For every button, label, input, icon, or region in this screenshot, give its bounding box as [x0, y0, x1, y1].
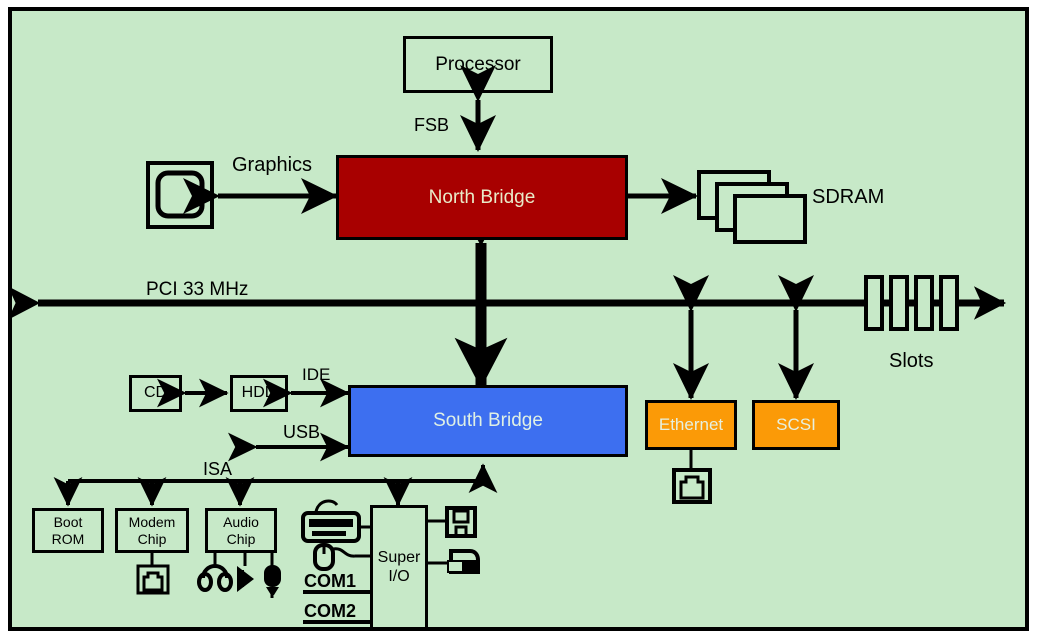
- speaker-icon: [237, 566, 254, 592]
- node-north-bridge-label: North Bridge: [428, 186, 536, 208]
- headphones-icon: [197, 564, 233, 592]
- node-scsi[interactable]: SCSI: [752, 400, 840, 450]
- node-ethernet-label: Ethernet: [658, 415, 724, 435]
- node-south-bridge-label: South Bridge: [433, 410, 543, 432]
- label-graphics: Graphics: [232, 154, 313, 176]
- mouse-icon: [313, 543, 370, 571]
- microphone-icon: [264, 565, 281, 598]
- node-cd[interactable]: CD: [129, 375, 182, 412]
- node-boot-rom[interactable]: Boot ROM: [32, 508, 104, 553]
- node-super-io[interactable]: Super I/O: [370, 505, 428, 630]
- node-modem-chip-label: Modem Chip: [128, 514, 176, 547]
- memory-modules-icon: [697, 170, 807, 244]
- label-com1: COM1: [304, 571, 357, 591]
- monitor-icon: [146, 161, 214, 229]
- keyboard-icon: [301, 499, 370, 543]
- node-audio-chip[interactable]: Audio Chip: [205, 508, 277, 553]
- label-com2: COM2: [304, 601, 357, 621]
- node-south-bridge[interactable]: South Bridge: [348, 385, 628, 457]
- node-cd-label: CD: [143, 384, 168, 402]
- node-audio-chip-label: Audio Chip: [223, 514, 259, 547]
- node-boot-rom-label: Boot ROM: [51, 514, 85, 547]
- label-slots: Slots: [889, 350, 934, 372]
- rj45-jack-icon: [672, 450, 712, 504]
- node-north-bridge[interactable]: North Bridge: [336, 155, 628, 240]
- node-modem-chip[interactable]: Modem Chip: [115, 508, 189, 553]
- node-processor-label: Processor: [435, 53, 521, 75]
- node-hdd-label: HDD: [241, 384, 277, 402]
- label-sdram: SDRAM: [812, 186, 885, 208]
- isa-bus: [53, 463, 498, 507]
- label-fsb: FSB: [414, 115, 450, 135]
- label-pci-bus: PCI 33 MHz: [146, 279, 249, 300]
- label-ide: IDE: [302, 365, 331, 384]
- printer-icon: [428, 549, 480, 574]
- node-super-io-label: Super I/O: [377, 549, 421, 585]
- label-isa: ISA: [203, 459, 233, 479]
- label-usb: USB: [283, 422, 321, 442]
- audio-peripherals: [213, 553, 274, 566]
- node-ethernet[interactable]: Ethernet: [645, 400, 737, 450]
- rj11-jack-icon: [136, 553, 170, 595]
- node-hdd[interactable]: HDD: [230, 375, 288, 412]
- node-scsi-label: SCSI: [776, 415, 816, 435]
- floppy-disk-icon: [428, 506, 477, 538]
- node-processor[interactable]: Processor: [403, 36, 553, 93]
- diagram-page: Processor North Bridge South Bridge Ethe…: [0, 0, 1043, 642]
